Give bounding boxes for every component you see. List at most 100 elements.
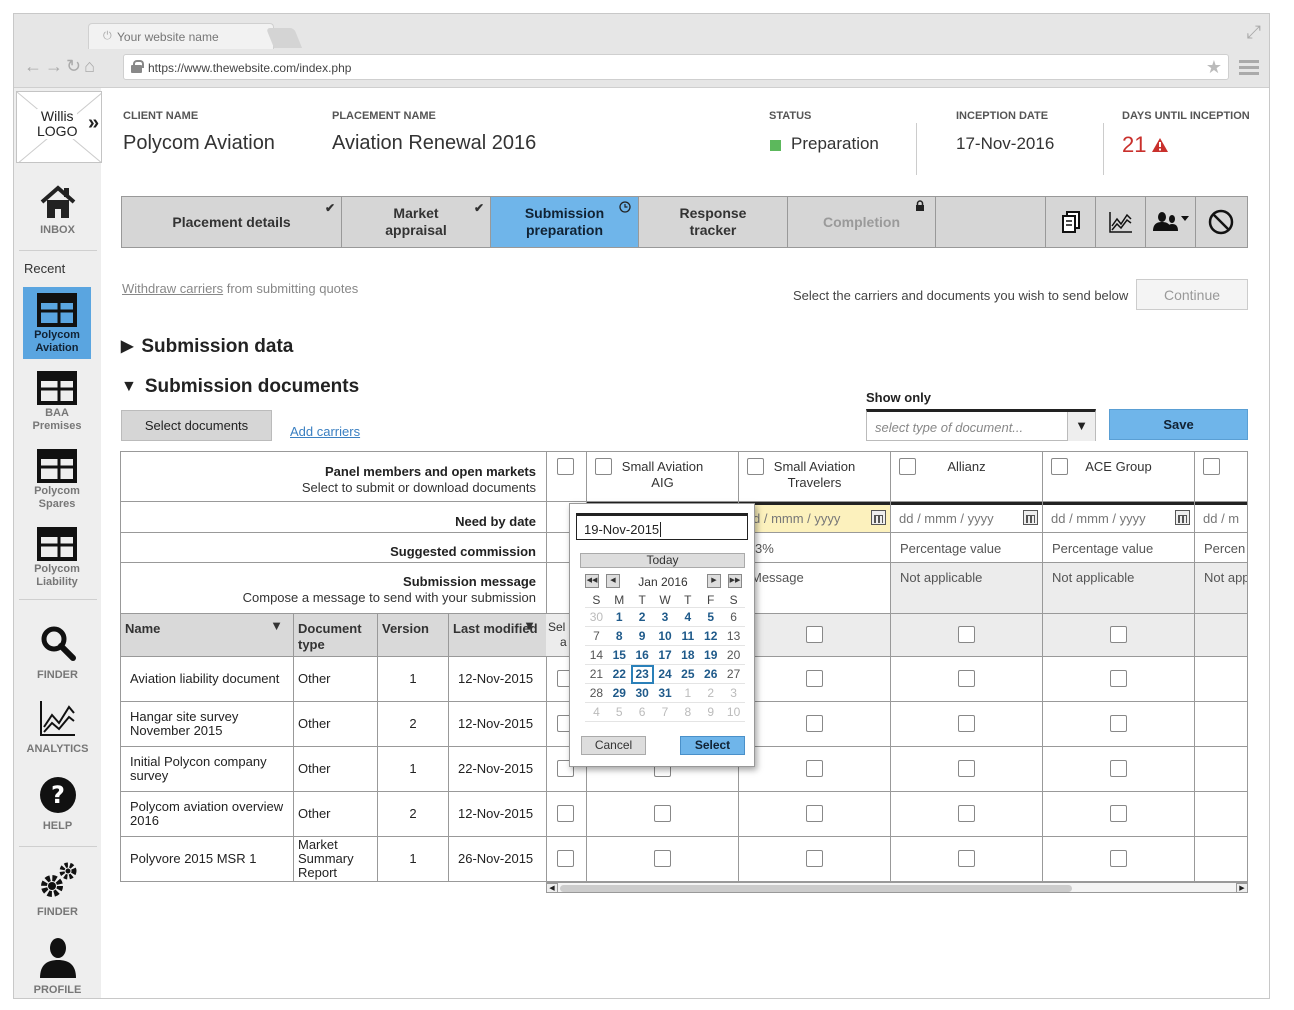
document-carrier-checkbox[interactable] (806, 670, 823, 687)
calendar-day[interactable]: 19 (699, 646, 723, 665)
calendar-day[interactable]: 28 (585, 684, 608, 703)
document-carrier-checkbox[interactable] (1110, 760, 1127, 777)
withdraw-carriers-link[interactable]: Withdraw carriers (122, 281, 223, 296)
continue-button[interactable]: Continue (1136, 279, 1248, 310)
horizontal-scrollbar[interactable]: ◀ ▶ (546, 882, 1247, 892)
need-by-date-input[interactable]: dd / mmm / yyyy (891, 502, 1042, 532)
sidebar-item-finder[interactable]: FINDER (14, 625, 101, 681)
calendar-day[interactable]: 30 (630, 684, 654, 703)
recent-item-polycom-spares[interactable]: Polycom Spares (23, 443, 91, 511)
dropdown-arrow-icon[interactable]: ▼ (1067, 412, 1095, 441)
commission-input[interactable]: 3% (739, 533, 890, 563)
expand-sidebar-icon[interactable]: » (88, 112, 99, 135)
hamburger-menu-icon[interactable] (1239, 60, 1259, 78)
step-submission-preparation[interactable]: Submission preparation (491, 197, 639, 247)
calendar-day[interactable]: 23 (630, 665, 654, 684)
section-submission-data[interactable]: ▶ Submission data (121, 336, 293, 358)
scroll-left-icon[interactable]: ◀ (546, 883, 558, 892)
document-carrier-checkbox[interactable] (806, 715, 823, 732)
need-by-date-input[interactable]: d / mmm / yyyy (739, 502, 890, 532)
cancel-placement-button[interactable] (1196, 197, 1246, 247)
date-cancel-button[interactable]: Cancel (581, 736, 646, 755)
section-submission-documents[interactable]: ▼ Submission documents (121, 376, 359, 398)
document-checkbox[interactable] (557, 850, 574, 867)
calendar-day[interactable]: 6 (722, 608, 745, 627)
calendar-day[interactable]: 12 (699, 627, 723, 646)
step-response-tracker[interactable]: Response tracker (639, 197, 788, 247)
carrier-select-checkbox[interactable] (1051, 458, 1068, 475)
bookmark-star-icon[interactable]: ★ (1206, 57, 1222, 78)
prev-year-icon[interactable]: ◀◀ (585, 574, 599, 588)
select-all-carriers-checkbox[interactable] (557, 458, 574, 475)
column-header-name[interactable]: Name ▼ (121, 614, 294, 657)
copy-documents-button[interactable] (1046, 197, 1096, 247)
carrier-select-all-checkbox[interactable] (1110, 626, 1127, 643)
sidebar-item-inbox[interactable]: INBOX (14, 184, 101, 236)
save-button[interactable]: Save (1109, 409, 1248, 440)
scroll-right-icon[interactable]: ▶ (1236, 883, 1247, 892)
document-carrier-checkbox[interactable] (1110, 715, 1127, 732)
document-carrier-checkbox[interactable] (806, 805, 823, 822)
next-month-icon[interactable]: ▶ (707, 574, 721, 588)
calendar-day[interactable]: 25 (676, 665, 700, 684)
calendar-day[interactable]: 3 (653, 608, 677, 627)
recent-item-polycom-aviation[interactable]: Polycom Aviation (23, 287, 91, 359)
calendar-day[interactable]: 24 (653, 665, 677, 684)
sidebar-item-settings[interactable]: FINDER (14, 860, 101, 918)
calendar-day[interactable]: 17 (653, 646, 677, 665)
calendar-day[interactable]: 22 (607, 665, 631, 684)
document-carrier-checkbox[interactable] (958, 805, 975, 822)
sort-arrow-icon[interactable]: ▼ (523, 618, 536, 634)
table-row[interactable]: Aviation liability document Other 1 12-Nov-… (121, 657, 546, 702)
carrier-select-checkbox[interactable] (595, 458, 612, 475)
calendar-icon[interactable] (1023, 510, 1038, 525)
select-documents-button[interactable]: Select documents (121, 410, 272, 441)
today-button[interactable]: Today (580, 553, 745, 568)
calendar-day[interactable]: 31 (653, 684, 677, 703)
forward-icon[interactable]: → (45, 56, 66, 76)
address-bar[interactable]: https://www.thewebsite.com/index.php ★ (123, 54, 1229, 80)
carrier-select-all-checkbox[interactable] (958, 626, 975, 643)
table-row[interactable]: Polycom aviation overview 2016 Other 2 12-N… (121, 792, 546, 837)
commission-input[interactable]: Percentage value (891, 533, 1042, 563)
table-row[interactable]: Polyvore 2015 MSR 1 Market Summary Report… (121, 837, 546, 882)
need-by-date-input[interactable]: dd / m (1195, 502, 1247, 532)
calendar-day[interactable]: 4 (676, 608, 700, 627)
table-row[interactable]: Initial Polycon company survey Other 1 22-N… (121, 747, 546, 792)
next-year-icon[interactable]: ▶▶ (728, 574, 742, 588)
sidebar-item-profile[interactable]: PROFILE (14, 936, 101, 996)
browser-tab[interactable]: ⏻ Your website name (88, 23, 274, 49)
calendar-day[interactable]: 29 (607, 684, 631, 703)
recent-item-polycom-liability[interactable]: Polycom Liability (23, 521, 91, 589)
calendar-day[interactable]: 27 (722, 665, 745, 684)
calendar-day[interactable]: 20 (722, 646, 745, 665)
sort-arrow-icon[interactable]: ▼ (270, 618, 283, 634)
commission-input[interactable]: Percentage value (1043, 533, 1194, 563)
add-carriers-link[interactable]: Add carriers (290, 424, 360, 439)
carrier-select-checkbox[interactable] (1203, 458, 1220, 475)
fullscreen-icon[interactable]: ⤢ (1247, 22, 1261, 43)
calendar-icon[interactable] (1175, 510, 1190, 525)
need-by-date-input[interactable]: dd / mmm / yyyy (1043, 502, 1194, 532)
carrier-select-checkbox[interactable] (747, 458, 764, 475)
calendar-day[interactable]: 16 (630, 646, 654, 665)
carrier-select-checkbox[interactable] (899, 458, 916, 475)
calendar-day[interactable]: 15 (607, 646, 631, 665)
document-carrier-checkbox[interactable] (958, 760, 975, 777)
recent-item-baa-premises[interactable]: BAA Premises (23, 365, 91, 433)
document-carrier-checkbox[interactable] (1110, 850, 1127, 867)
carrier-select-all-checkbox[interactable] (806, 626, 823, 643)
step-market-appraisal[interactable]: Market appraisal ✔ (342, 197, 491, 247)
calendar-day[interactable]: 2 (630, 608, 654, 627)
commission-input[interactable]: Percen (1195, 533, 1247, 563)
document-carrier-checkbox[interactable] (806, 760, 823, 777)
prev-month-icon[interactable]: ◀ (606, 574, 620, 588)
calendar-day[interactable]: 7 (585, 627, 608, 646)
team-menu-button[interactable] (1146, 197, 1196, 247)
document-carrier-checkbox[interactable] (958, 715, 975, 732)
sidebar-item-analytics[interactable]: ANALYTICS (14, 699, 101, 755)
calendar-day[interactable]: 11 (676, 627, 700, 646)
document-carrier-checkbox[interactable] (958, 850, 975, 867)
calendar-day[interactable]: 13 (722, 627, 745, 646)
document-carrier-checkbox[interactable] (1110, 805, 1127, 822)
